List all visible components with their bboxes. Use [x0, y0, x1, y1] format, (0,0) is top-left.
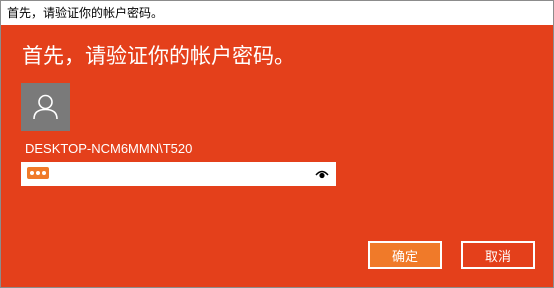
avatar — [21, 83, 70, 131]
user-icon — [33, 94, 58, 120]
dialog-window: 首先，请验证你的帐户密码。 首先，请验证你的帐户密码。 DESKTOP-NCM6… — [0, 0, 554, 288]
page-title: 首先，请验证你的帐户密码。 — [22, 44, 295, 68]
dialog-content: 首先，请验证你的帐户密码。 DESKTOP-NCM6MMN\T520 确定 取消 — [1, 25, 553, 287]
cancel-button[interactable]: 取消 — [461, 241, 535, 269]
ok-button[interactable]: 确定 — [368, 241, 442, 269]
eye-icon[interactable] — [315, 168, 329, 180]
password-field[interactable] — [21, 162, 336, 186]
title-bar: 首先，请验证你的帐户密码。 — [1, 1, 553, 25]
account-name: DESKTOP-NCM6MMN\T520 — [25, 141, 193, 156]
window-title: 首先，请验证你的帐户密码。 — [7, 6, 164, 20]
password-mask — [27, 167, 49, 179]
